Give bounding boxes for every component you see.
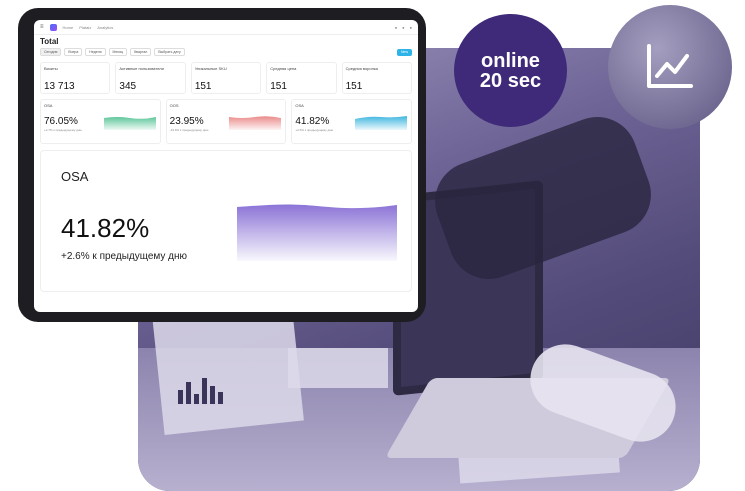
dashboard-screen: ≡ Home Plataiz Analytics ● ● ● Total Сег… [34,20,418,312]
kpi-card: Активные пользователи 345 [115,62,186,94]
metric-card-osa-2: OSA 41.82% +2.6% к предыдущему дню [291,99,413,144]
detail-label: OSA [61,169,89,184]
kpi-value: 151 [270,81,287,92]
metric-card-oos: OOS 23.95% -19.6% к предыдущему дню [165,99,287,144]
detail-delta: +2.6% к предыдущему дню [61,251,188,262]
tab-yesterday[interactable]: Вчера [64,48,83,56]
nav-item[interactable]: Analytics [97,25,113,30]
metric-label: OOS [169,103,179,108]
kpi-label: Уникальные SKU [194,66,227,71]
kpi-label: Активные пользователи [119,66,164,71]
metric-label: OSA [44,103,53,108]
kpi-value: 13 713 [44,81,75,92]
line-chart-icon [647,44,693,88]
menu-icon[interactable]: ≡ [40,24,44,30]
kpi-card: Средняя цена 151 [266,62,337,94]
tab-today[interactable]: Сегодня [40,48,62,56]
metric-row: OSA 76.05% +2.7% к предыдущему дню OOS 2… [34,94,418,144]
arm [423,105,663,291]
kpi-value: 151 [345,81,363,92]
detail-area-chart [237,204,397,261]
paper-bar-chart [178,378,223,404]
kpi-label: Средняя цена [270,66,297,71]
dashboard-topbar: ≡ Home Plataiz Analytics ● ● ● [34,20,418,35]
period-tabs: Сегодня Вчера Неделя Месяц Квартал Выбра… [34,48,418,56]
nav-item[interactable]: Plataiz [79,25,91,30]
detail-value: 41.82% [61,213,150,243]
tab-pick-date[interactable]: Выбрать дату [154,48,185,56]
online-badge-line1: online [481,49,540,72]
kpi-card: Визиты 13 713 [40,62,111,94]
kpi-value: 345 [119,81,137,92]
metric-detail-card: OSA 41.82% +2.6% к предыдущему дню [40,150,412,292]
tab-month[interactable]: Месяц [108,48,128,56]
sparkline-area [355,116,408,130]
new-button[interactable]: New [396,48,412,56]
app-logo-icon [49,23,57,31]
user-icon[interactable]: ● [402,25,404,30]
tablet-device: ≡ Home Plataiz Analytics ● ● ● Total Сег… [18,8,426,322]
online-badge-line2: 20 sec [479,69,542,92]
chart-badge [608,5,732,129]
nav-item[interactable]: Home [63,25,74,30]
bell-icon[interactable]: ● [395,25,397,30]
page-title: Total [40,37,59,46]
tab-week[interactable]: Неделя [85,48,106,56]
online-badge: online 20 sec [454,14,567,127]
sparkline-area [103,117,156,130]
sparkline-area [229,116,282,130]
metric-label: OSA [295,103,304,108]
kpi-label: Средняя воронка [345,66,378,71]
chart-paper [288,348,388,388]
kpi-row: Визиты 13 713 Активные пользователи 345 Ун… [34,56,418,94]
kpi-card: Средняя воронка 151 [341,62,413,94]
kpi-value: 151 [194,81,212,92]
gear-icon[interactable]: ● [410,25,412,30]
tab-quarter[interactable]: Квартал [130,48,152,56]
kpi-label: Визиты [44,66,58,71]
metric-card-osa: OSA 76.05% +2.7% к предыдущему дню [40,99,161,144]
kpi-card: Уникальные SKU 151 [190,62,262,94]
